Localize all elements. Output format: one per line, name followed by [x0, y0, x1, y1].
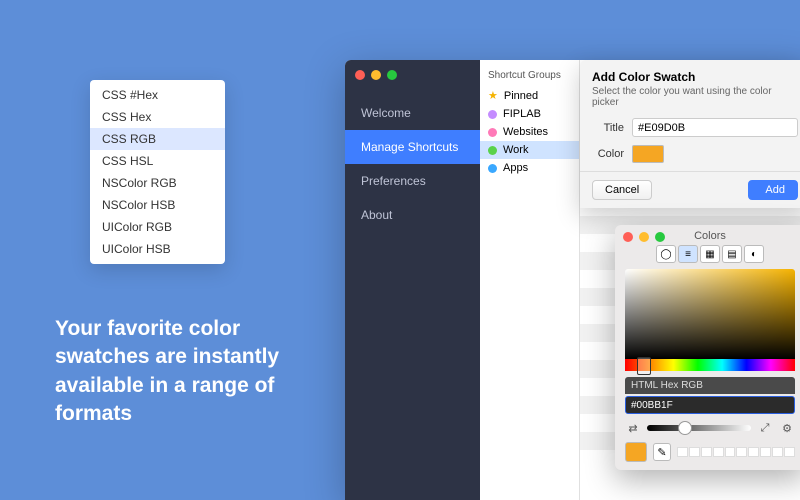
color-picker-panel: Colors ◯ ≡ ▦ ▤ ◐ HTML Hex RGB ⇄ ⤢ ⚙ ✎ — [615, 225, 800, 470]
group-label: Websites — [503, 126, 548, 138]
group-label: Pinned — [504, 90, 538, 102]
title-label: Title — [592, 122, 624, 134]
swatch-title-input[interactable] — [632, 118, 798, 137]
brightness-slider[interactable] — [647, 425, 751, 431]
group-apps[interactable]: Apps — [480, 159, 579, 177]
palette-tab-icon[interactable]: ▦ — [700, 245, 720, 263]
format-option[interactable]: CSS RGB — [90, 128, 225, 150]
current-color-swatch[interactable] — [625, 442, 647, 462]
group-label: Work — [503, 144, 528, 156]
wheel-tab-icon[interactable]: ◯ — [656, 245, 676, 263]
format-dropdown[interactable]: CSS #Hex CSS Hex CSS RGB CSS HSL NSColor… — [90, 80, 225, 264]
dot-icon — [488, 164, 497, 173]
eyedropper-icon[interactable]: ✎ — [653, 443, 671, 461]
dot-icon — [488, 146, 497, 155]
sidebar-item-manage-shortcuts[interactable]: Manage Shortcuts — [345, 130, 480, 164]
sidebar: Welcome Manage Shortcuts Preferences Abo… — [345, 60, 480, 500]
crayons-tab-icon[interactable]: ◐ — [744, 245, 764, 263]
group-label: Apps — [503, 162, 528, 174]
close-icon[interactable] — [355, 70, 365, 80]
swatch-color-well[interactable] — [632, 145, 664, 163]
groups-header: Shortcut Groups — [480, 66, 579, 87]
group-work[interactable]: Work — [480, 141, 579, 159]
dialog-title: Add Color Swatch — [592, 70, 798, 84]
dialog-subtitle: Select the color you want using the colo… — [592, 86, 798, 108]
format-option[interactable]: CSS Hex — [90, 106, 225, 128]
spectrum-tab-icon[interactable]: ▤ — [722, 245, 742, 263]
minimize-icon[interactable] — [371, 70, 381, 80]
group-label: FIPLAB — [503, 108, 541, 120]
shortcut-groups-panel: Shortcut Groups ★ Pinned FIPLAB Websites… — [480, 60, 580, 500]
sidebar-item-welcome[interactable]: Welcome — [345, 96, 480, 130]
gear-icon[interactable]: ⚙ — [779, 420, 795, 436]
color-label: Color — [592, 148, 624, 160]
cancel-button[interactable]: Cancel — [592, 180, 652, 200]
swatch-grid[interactable] — [677, 447, 795, 457]
format-option[interactable]: UIColor RGB — [90, 216, 225, 238]
hue-slider[interactable] — [625, 359, 795, 371]
picker-window-controls — [623, 232, 665, 242]
picker-mode-tabs: ◯ ≡ ▦ ▤ ◐ — [615, 245, 800, 269]
dot-icon — [488, 128, 497, 137]
star-icon: ★ — [488, 91, 498, 102]
shuffle-icon[interactable]: ⇄ — [625, 420, 641, 436]
format-option[interactable]: CSS #Hex — [90, 84, 225, 106]
group-websites[interactable]: Websites — [480, 123, 579, 141]
saturation-brightness-field[interactable] — [625, 269, 795, 359]
add-button[interactable]: Add — [748, 180, 798, 200]
window-controls — [355, 70, 397, 80]
expand-icon[interactable]: ⤢ — [757, 420, 773, 436]
format-option[interactable]: CSS HSL — [90, 150, 225, 172]
color-mode-select[interactable]: HTML Hex RGB — [625, 377, 795, 394]
zoom-icon[interactable] — [655, 232, 665, 242]
marketing-tagline: Your favorite color swatches are instant… — [55, 315, 305, 428]
slider-knob[interactable] — [678, 421, 692, 435]
close-icon[interactable] — [623, 232, 633, 242]
sliders-tab-icon[interactable]: ≡ — [678, 245, 698, 263]
dot-icon — [488, 110, 497, 119]
zoom-icon[interactable] — [387, 70, 397, 80]
minimize-icon[interactable] — [639, 232, 649, 242]
format-option[interactable]: NSColor HSB — [90, 194, 225, 216]
add-swatch-dialog: Add Color Swatch Select the color you wa… — [580, 60, 800, 208]
sidebar-item-preferences[interactable]: Preferences — [345, 164, 480, 198]
format-option[interactable]: NSColor RGB — [90, 172, 225, 194]
format-option[interactable]: UIColor HSB — [90, 238, 225, 260]
hex-input[interactable] — [625, 396, 795, 414]
sidebar-item-about[interactable]: About — [345, 198, 480, 232]
group-fiplab[interactable]: FIPLAB — [480, 105, 579, 123]
group-pinned[interactable]: ★ Pinned — [480, 87, 579, 105]
